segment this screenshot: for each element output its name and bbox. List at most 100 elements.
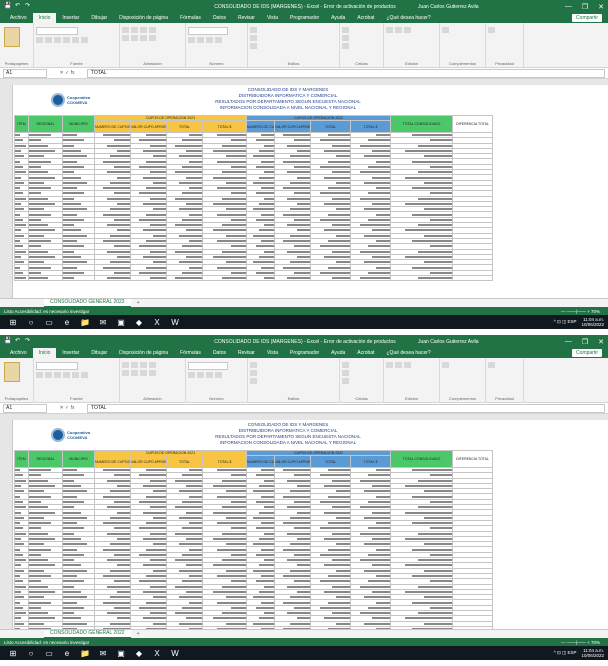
column-header[interactable]: MUNICIPIO bbox=[62, 450, 95, 468]
column-header[interactable]: NUMERO DE CUPOS 2021 bbox=[94, 120, 131, 133]
ribbon-tab[interactable]: Inicio bbox=[32, 348, 57, 358]
column-header[interactable]: DIFERENCIA TOTAL bbox=[452, 115, 494, 133]
ribbon-tab[interactable]: Disposición de página bbox=[113, 13, 174, 23]
column-header[interactable]: TOTAL bbox=[310, 455, 352, 468]
cell-styles-icon[interactable] bbox=[250, 378, 257, 384]
taskbar-app-icon[interactable]: ✉ bbox=[98, 317, 108, 327]
table-row[interactable] bbox=[14, 274, 494, 282]
column-header[interactable]: TOTAL $ bbox=[350, 120, 392, 133]
ribbon-tab[interactable]: Dibujar bbox=[85, 348, 113, 358]
column-header[interactable]: TOTAL bbox=[166, 455, 203, 468]
merge-icon[interactable] bbox=[149, 370, 156, 376]
quick-access-icon[interactable]: ↷ bbox=[24, 3, 31, 10]
taskbar-app-icon[interactable]: W bbox=[170, 648, 180, 658]
autosum-icon[interactable] bbox=[386, 362, 393, 368]
percent-icon[interactable] bbox=[197, 37, 204, 43]
currency-icon[interactable] bbox=[188, 37, 195, 43]
column-header[interactable]: TOTAL bbox=[310, 120, 352, 133]
ribbon-tab[interactable]: Insertar bbox=[56, 348, 85, 358]
quick-access-icon[interactable]: 💾 bbox=[4, 3, 11, 10]
find-select-icon[interactable] bbox=[404, 27, 411, 33]
table-cell[interactable] bbox=[28, 274, 63, 282]
privacy-icon[interactable] bbox=[488, 362, 495, 368]
quick-access-icon[interactable]: 💾 bbox=[4, 338, 11, 345]
fill-color-icon[interactable] bbox=[72, 372, 79, 378]
ribbon-tab[interactable]: Fórmulas bbox=[174, 13, 207, 23]
formula-icons[interactable]: ✕ ✓ fx bbox=[47, 70, 87, 76]
align-middle-icon[interactable] bbox=[131, 362, 138, 368]
taskbar-app-icon[interactable]: W bbox=[170, 317, 180, 327]
quick-access-icon[interactable]: ↶ bbox=[14, 338, 21, 345]
ribbon-tab[interactable]: ¿Qué desea hacer? bbox=[381, 13, 437, 23]
number-format-select[interactable] bbox=[188, 362, 228, 370]
table-cell[interactable] bbox=[310, 274, 352, 282]
quick-access-icon[interactable]: ↶ bbox=[14, 3, 21, 10]
taskbar-app-icon[interactable]: ◆ bbox=[134, 648, 144, 658]
ribbon-tab[interactable]: Acrobat bbox=[351, 13, 380, 23]
column-header[interactable]: TOTAL $ bbox=[201, 120, 248, 133]
taskbar-app-icon[interactable]: ○ bbox=[26, 317, 36, 327]
table-cell[interactable] bbox=[390, 274, 454, 282]
insert-cells-icon[interactable] bbox=[342, 27, 349, 33]
ribbon-tab[interactable]: Revisar bbox=[232, 13, 261, 23]
column-header[interactable]: TOTAL $ bbox=[201, 455, 248, 468]
taskbar-app-icon[interactable]: ○ bbox=[26, 648, 36, 658]
tray-icons[interactable]: ^ ⊡ ◫ ESP bbox=[554, 650, 577, 656]
column-header[interactable]: REGIONAL bbox=[28, 115, 63, 133]
align-right-icon[interactable] bbox=[140, 35, 147, 41]
column-header[interactable]: VALOR CUPO APROBADO bbox=[130, 120, 167, 133]
column-header[interactable]: TOTAL CONSOLIDADO bbox=[390, 115, 454, 133]
align-bottom-icon[interactable] bbox=[140, 362, 147, 368]
taskbar-app-icon[interactable]: e bbox=[62, 317, 72, 327]
sheet-tab[interactable]: CONSOLIDADO GENERAL 2022 bbox=[44, 630, 131, 638]
delete-cells-icon[interactable] bbox=[342, 370, 349, 376]
borders-icon[interactable] bbox=[63, 37, 70, 43]
taskbar-app-icon[interactable]: ▭ bbox=[44, 317, 54, 327]
number-format-select[interactable] bbox=[188, 27, 228, 35]
zoom-slider[interactable]: — ——|—— + 70% bbox=[561, 640, 600, 645]
comma-icon[interactable] bbox=[206, 372, 213, 378]
merge-icon[interactable] bbox=[149, 35, 156, 41]
align-right-icon[interactable] bbox=[140, 370, 147, 376]
paste-icon[interactable] bbox=[4, 362, 20, 382]
taskbar-app-icon[interactable]: ⊞ bbox=[8, 648, 18, 658]
table-cell[interactable] bbox=[130, 274, 167, 282]
ribbon-tab[interactable]: Disposición de página bbox=[113, 348, 174, 358]
align-center-icon[interactable] bbox=[131, 35, 138, 41]
column-header[interactable]: TOTAL CONSOLIDADO bbox=[390, 450, 454, 468]
formula-input[interactable]: TOTAL bbox=[87, 68, 605, 78]
taskbar-app-icon[interactable]: ⊞ bbox=[8, 317, 18, 327]
align-left-icon[interactable] bbox=[122, 35, 129, 41]
column-header[interactable]: VALOR CUPO APROBADO bbox=[274, 455, 312, 468]
table-cell[interactable] bbox=[14, 274, 29, 282]
share-button[interactable]: Compartir bbox=[572, 349, 602, 357]
taskbar-app-icon[interactable]: ▭ bbox=[44, 648, 54, 658]
clock[interactable]: 11:04 a.m. 10/06/2022 bbox=[581, 317, 604, 327]
table-cell[interactable] bbox=[94, 274, 131, 282]
user-name[interactable]: Juan Carlos Gutierrez Avila bbox=[418, 339, 479, 345]
insert-cells-icon[interactable] bbox=[342, 362, 349, 368]
table-cell[interactable] bbox=[201, 274, 248, 282]
sort-filter-icon[interactable] bbox=[395, 27, 402, 33]
column-header[interactable]: DIFERENCIA TOTAL bbox=[452, 450, 494, 468]
borders-icon[interactable] bbox=[63, 372, 70, 378]
autosum-icon[interactable] bbox=[386, 27, 393, 33]
column-header[interactable]: ITEM bbox=[14, 115, 29, 133]
ribbon-tab[interactable]: Ayuda bbox=[325, 13, 351, 23]
column-header[interactable]: VALOR CUPO APROBADO bbox=[130, 455, 167, 468]
align-center-icon[interactable] bbox=[131, 370, 138, 376]
ribbon-tab[interactable]: Datos bbox=[207, 348, 232, 358]
font-color-icon[interactable] bbox=[81, 37, 88, 43]
table-cell[interactable] bbox=[62, 274, 95, 282]
taskbar-app-icon[interactable]: 📁 bbox=[80, 317, 90, 327]
column-header[interactable]: ITEM bbox=[14, 450, 29, 468]
underline-icon[interactable] bbox=[54, 37, 61, 43]
format-cells-icon[interactable] bbox=[342, 378, 349, 384]
ribbon-tab[interactable]: Dibujar bbox=[85, 13, 113, 23]
currency-icon[interactable] bbox=[188, 372, 195, 378]
column-header[interactable]: NUMERO DE CUPOS 2021 bbox=[94, 455, 131, 468]
column-header[interactable]: VALOR CUPO APROBADO bbox=[274, 120, 312, 133]
align-top-icon[interactable] bbox=[122, 27, 129, 33]
underline-icon[interactable] bbox=[54, 372, 61, 378]
conditional-format-icon[interactable] bbox=[250, 27, 257, 33]
